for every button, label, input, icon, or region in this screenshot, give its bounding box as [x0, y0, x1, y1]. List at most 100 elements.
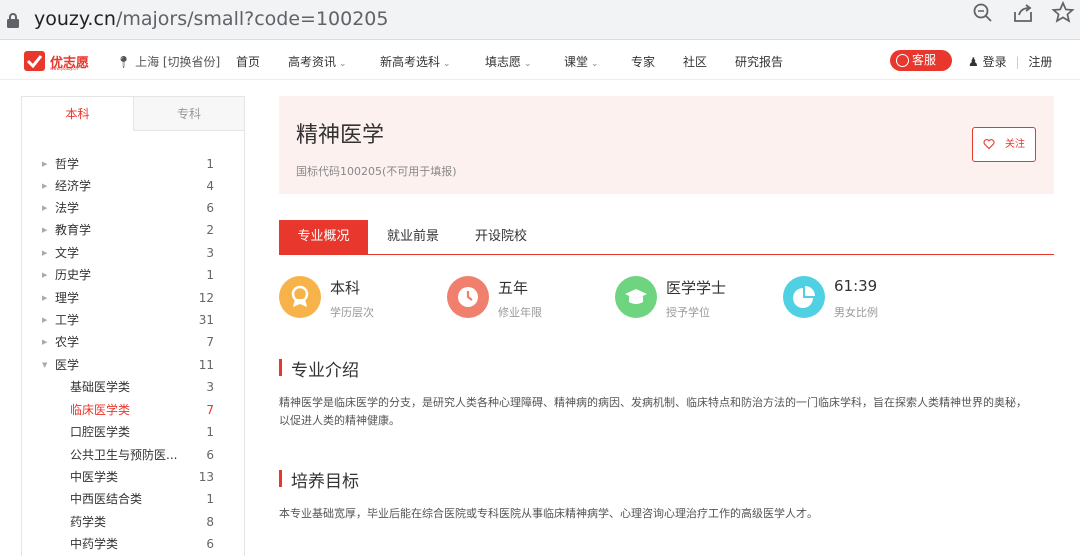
- category-item[interactable]: ▶ 经济学 4: [22, 175, 244, 197]
- subcategory-count: 1: [206, 492, 214, 506]
- follow-label: 关注: [1005, 139, 1025, 150]
- stat-label: 学历层次: [330, 306, 374, 319]
- subcategory-name: 药学类: [70, 515, 107, 529]
- subcategory-name: 公共卫生与预防医...: [70, 448, 178, 462]
- nav-label: 填志愿: [485, 55, 522, 69]
- location-switch[interactable]: 📍︎ 上海 [切换省份]: [116, 53, 220, 70]
- bookmark-star-icon[interactable]: [1050, 0, 1076, 26]
- category-count: 4: [206, 179, 214, 193]
- nav-item-subject-select[interactable]: 新高考选科 ⌄: [380, 53, 451, 70]
- chevron-down-icon: ⌄: [591, 59, 599, 69]
- caret-right-icon: ▶: [42, 160, 48, 168]
- subcategory-name: 基础医学类: [70, 380, 131, 394]
- subcategory-item[interactable]: 基础医学类 3: [22, 376, 244, 398]
- subcategory-name: 中医学类: [70, 470, 119, 484]
- nav-item-fill-application[interactable]: 填志愿 ⌄: [485, 53, 532, 70]
- url-field[interactable]: youzy.cn/majors/small?code=100205: [34, 7, 388, 31]
- category-name: 经济学: [55, 179, 92, 193]
- follow-button[interactable]: 关注: [972, 127, 1036, 162]
- category-name: 工学: [55, 313, 80, 327]
- nav-item-experts[interactable]: 专家: [631, 53, 655, 70]
- nav-item-reports[interactable]: 研究报告: [735, 53, 783, 70]
- caret-right-icon: ▶: [42, 249, 48, 257]
- site-nav: 优志愿 www.youzy.cn 📍︎ 上海 [切换省份] 首页 高考资讯 ⌄ 新…: [0, 41, 1080, 80]
- pie-chart-icon: [783, 276, 825, 318]
- nav-label: 课堂: [564, 55, 589, 69]
- major-code-note: 国标代码100205(不可用于填报): [296, 165, 457, 178]
- nav-label: 高考资讯: [288, 55, 337, 69]
- category-item[interactable]: ▶ 工学 31: [22, 309, 244, 331]
- nav-label: 新高考选科: [380, 55, 441, 69]
- login-link[interactable]: 登录: [983, 55, 1007, 69]
- subcategory-item[interactable]: 中医学类 13: [22, 466, 244, 488]
- category-item[interactable]: ▶ 历史学 1: [22, 264, 244, 286]
- auth-links: ♟ 登录 | 注册: [968, 53, 1052, 70]
- subcategory-item[interactable]: 公共卫生与预防医... 6: [22, 444, 244, 466]
- section-heading-goal: 培养目标: [279, 467, 359, 492]
- subcategory-count: 7: [206, 403, 214, 417]
- category-count: 1: [206, 157, 214, 171]
- nav-item-classroom[interactable]: 课堂 ⌄: [564, 53, 599, 70]
- category-item[interactable]: ▶ 理学 12: [22, 287, 244, 309]
- category-count: 31: [198, 313, 214, 327]
- subcategory-item[interactable]: 中药学类 6: [22, 533, 244, 555]
- nav-item-community[interactable]: 社区: [683, 53, 707, 70]
- stat-label: 修业年限: [498, 306, 542, 319]
- caret-down-icon: ▼: [42, 361, 48, 369]
- headset-icon: [896, 54, 909, 67]
- category-count: 2: [206, 223, 214, 237]
- stat-value: 五年: [498, 279, 529, 297]
- stat-value: 本科: [330, 279, 361, 297]
- tab-overview[interactable]: 专业概况: [279, 220, 368, 254]
- category-item[interactable]: ▶ 法学 6: [22, 197, 244, 219]
- major-header: 精神医学 国标代码100205(不可用于填报) 关注: [279, 96, 1054, 194]
- logo-subtext: www.youzy.cn: [50, 66, 78, 71]
- category-item[interactable]: ▶ 农学 7: [22, 331, 244, 353]
- tab-undergraduate[interactable]: 本科: [22, 97, 133, 131]
- category-item-expanded[interactable]: ▼ 医学 11: [22, 354, 244, 376]
- browser-address-bar: youzy.cn/majors/small?code=100205: [0, 0, 1080, 40]
- auth-separator: |: [1015, 55, 1020, 69]
- graduation-cap-icon: [615, 276, 657, 318]
- zoom-icon[interactable]: [970, 0, 996, 26]
- nav-item-home[interactable]: 首页: [236, 53, 260, 70]
- caret-right-icon: ▶: [42, 271, 48, 279]
- nav-item-news[interactable]: 高考资讯 ⌄: [288, 53, 347, 70]
- major-category-sidebar: 本科 专科 ▶ 哲学 1 ▶ 经济学 4 ▶ 法学 6 ▶ 教育学 2 ▶ 文学 3 ▶ 历史学 1 ▶…: [21, 96, 245, 556]
- category-name: 理学: [55, 291, 80, 305]
- register-link[interactable]: 注册: [1028, 55, 1052, 69]
- category-item[interactable]: ▶ 文学 3: [22, 242, 244, 264]
- ribbon-award-icon: [279, 276, 321, 318]
- subcategory-item[interactable]: 药学类 8: [22, 511, 244, 533]
- caret-right-icon: ▶: [42, 204, 48, 212]
- category-count: 7: [206, 335, 214, 349]
- clock-icon: [447, 276, 489, 318]
- customer-service-button[interactable]: 客服: [890, 50, 952, 71]
- category-name: 法学: [55, 201, 80, 215]
- subcategory-count: 3: [206, 380, 214, 394]
- tab-junior-college[interactable]: 专科: [133, 97, 244, 131]
- user-icon: ♟: [968, 55, 979, 69]
- location-text: 上海 [切换省份]: [135, 55, 221, 69]
- share-icon[interactable]: [1010, 0, 1036, 26]
- subcategory-count: 1: [206, 425, 214, 439]
- subcategory-item[interactable]: 口腔医学类 1: [22, 421, 244, 443]
- category-item[interactable]: ▶ 教育学 2: [22, 219, 244, 241]
- category-count: 3: [206, 246, 214, 260]
- subcategory-item[interactable]: 中西医结合类 1: [22, 488, 244, 510]
- category-item[interactable]: ▶ 哲学 1: [22, 153, 244, 175]
- category-name: 历史学: [55, 268, 92, 282]
- url-path: /majors/small?code=100205: [115, 8, 389, 30]
- page-title: 精神医学: [296, 123, 385, 148]
- subcategory-item-selected[interactable]: 临床医学类 7: [22, 399, 244, 421]
- category-name: 医学: [55, 358, 80, 372]
- subcategory-name: 临床医学类: [70, 403, 131, 417]
- category-count: 12: [198, 291, 214, 305]
- tab-career[interactable]: 就业前景: [372, 220, 454, 254]
- location-pin-icon: 📍︎: [116, 55, 132, 69]
- subcategory-count: 6: [206, 448, 214, 462]
- intro-text: 精神医学是临床医学的分支，是研究人类各种心理障碍、精神病的病因、发病机制、临床特…: [279, 396, 1027, 427]
- heart-outline-icon: [983, 139, 995, 150]
- subcategory-name: 口腔医学类: [70, 425, 131, 439]
- tab-schools[interactable]: 开设院校: [460, 220, 542, 254]
